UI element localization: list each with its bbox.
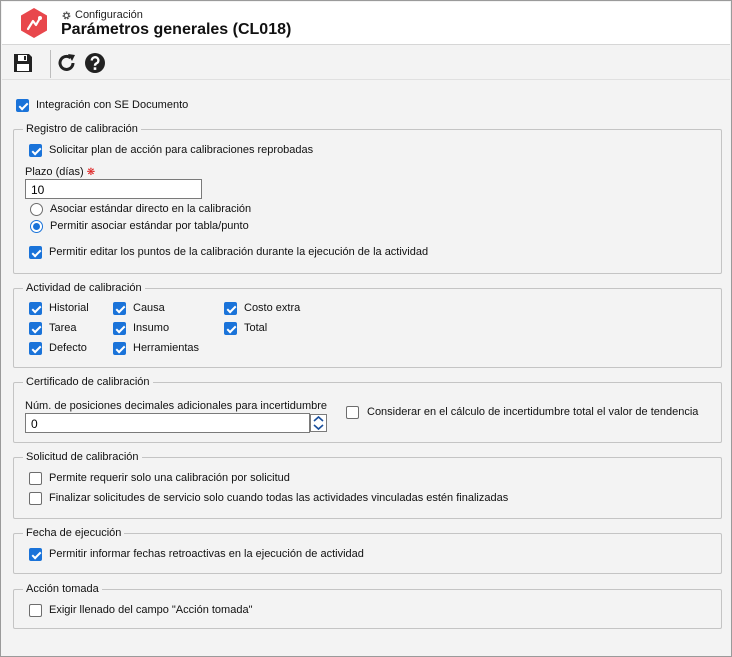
retroactive-dates-checkbox[interactable] [29, 548, 42, 561]
defecto-checkbox[interactable] [29, 342, 42, 355]
module-breadcrumb: Configuración [61, 9, 143, 21]
insumo-label: Insumo [133, 322, 170, 334]
trend-label: Considerar en el cálculo de incertidumbr… [367, 406, 699, 418]
herramientas-label: Herramientas [133, 342, 200, 354]
defecto-label: Defecto [49, 342, 87, 354]
trend-checkbox[interactable] [346, 406, 359, 419]
header: Configuración Parámetros generales (CL01… [2, 2, 730, 45]
action-taken-checkbox[interactable] [29, 604, 42, 617]
historial-checkbox[interactable] [29, 302, 42, 315]
tarea-label: Tarea [49, 322, 77, 334]
action-plan-label: Solicitar plan de acción para calibracio… [49, 144, 314, 156]
solicitud-legend: Solicitud de calibración [23, 451, 142, 463]
registro-legend: Registro de calibración [23, 123, 141, 135]
tarea-checkbox[interactable] [29, 322, 42, 335]
integration-label: Integración con SE Documento [36, 99, 189, 111]
actividad-legend: Actividad de calibración [23, 282, 145, 294]
solicitud-group [13, 457, 722, 519]
insumo-checkbox[interactable] [113, 322, 126, 335]
module-name: Configuración [75, 9, 143, 21]
page-title: Parámetros generales (CL018) [61, 21, 292, 38]
total-label: Total [244, 322, 268, 334]
plazo-label: Plazo (días) ❋ [25, 166, 95, 178]
stepper-arrows-icon[interactable] [311, 415, 326, 431]
toolbar [2, 46, 730, 80]
costo-extra-checkbox[interactable] [224, 302, 237, 315]
radio-direct-label: Asociar estándar directo en la calibraci… [50, 203, 252, 215]
action-plan-checkbox[interactable] [29, 144, 42, 157]
plazo-input[interactable]: 10 [25, 179, 202, 199]
radio-table-standard[interactable] [30, 220, 43, 233]
window: Configuración Parámetros generales (CL01… [0, 0, 732, 657]
accion-legend: Acción tomada [23, 583, 102, 595]
total-checkbox[interactable] [224, 322, 237, 335]
decimals-label: Núm. de posiciones decimales adicionales… [25, 400, 328, 412]
refresh-icon[interactable] [56, 52, 78, 74]
causa-checkbox[interactable] [113, 302, 126, 315]
help-icon[interactable] [84, 52, 106, 74]
edit-points-label: Permitir editar los puntos de la calibra… [49, 246, 429, 258]
radio-direct-standard[interactable] [30, 203, 43, 216]
required-icon: ❋ [86, 167, 96, 178]
finalize-requests-checkbox[interactable] [29, 492, 42, 505]
finalize-requests-label: Finalizar solicitudes de servicio solo c… [49, 492, 509, 504]
causa-label: Causa [133, 302, 165, 314]
plazo-label-text: Plazo (días) [25, 166, 84, 178]
decimals-stepper[interactable] [310, 414, 327, 432]
decimals-input[interactable]: 0 [25, 413, 310, 433]
certificado-legend: Certificado de calibración [23, 376, 153, 388]
herramientas-checkbox[interactable] [113, 342, 126, 355]
retroactive-dates-label: Permitir informar fechas retroactivas en… [49, 548, 364, 560]
integration-checkbox[interactable] [16, 99, 29, 112]
edit-points-checkbox[interactable] [29, 246, 42, 259]
gear-icon [62, 11, 71, 19]
action-taken-label: Exigir llenado del campo "Acción tomada" [49, 604, 253, 616]
historial-label: Historial [49, 302, 89, 314]
single-request-checkbox[interactable] [29, 472, 42, 485]
save-icon[interactable] [12, 52, 34, 74]
costo-extra-label: Costo extra [244, 302, 301, 314]
app-logo-icon [21, 8, 47, 38]
single-request-label: Permite requerir solo una calibración po… [49, 472, 290, 484]
toolbar-separator [50, 50, 51, 78]
fecha-legend: Fecha de ejecución [23, 527, 125, 539]
radio-table-label: Permitir asociar estándar por tabla/punt… [50, 220, 249, 232]
